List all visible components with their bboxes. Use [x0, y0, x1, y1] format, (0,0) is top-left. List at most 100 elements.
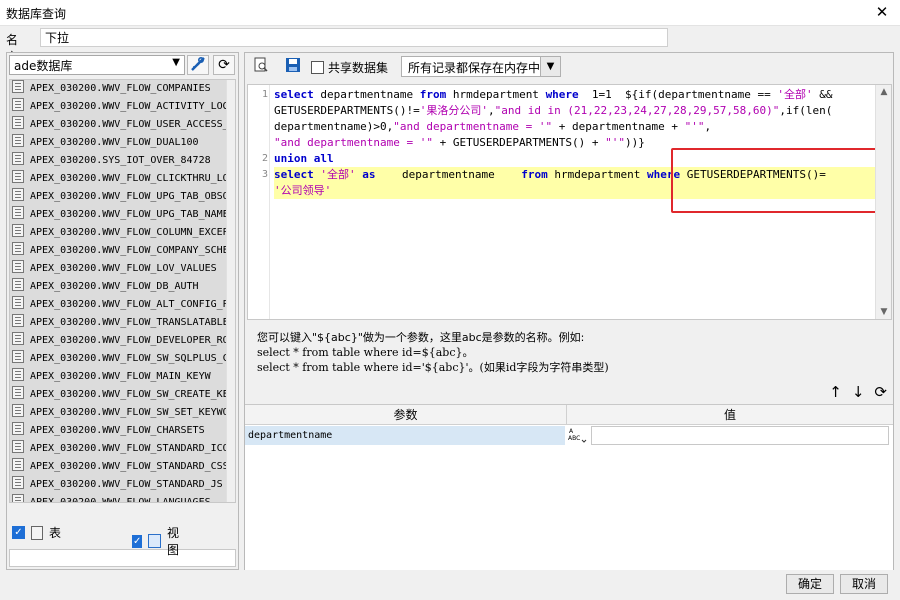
- table-name: APEX_030200.WWV_FLOW_ALT_CONFIG_P: [30, 299, 227, 310]
- table-name: APEX_030200.WWV_FLOW_DUAL100: [30, 137, 199, 148]
- table-list-item[interactable]: APEX_030200.WWV_FLOW_COLUMN_EXCEPTIONS: [10, 224, 227, 242]
- table-icon: [12, 134, 24, 147]
- table-icon: [12, 278, 24, 291]
- filter-box[interactable]: [9, 549, 236, 567]
- scroll-down-icon[interactable]: ▼: [876, 307, 891, 317]
- table-list-item[interactable]: APEX_030200.WWV_FLOW_COMPANY_SCHE: [10, 242, 227, 260]
- table-icon: [12, 404, 24, 417]
- table-icon: [12, 116, 24, 129]
- svg-text:ABC: ABC: [568, 435, 580, 442]
- table-list-item[interactable]: APEX_030200.SYS_IOT_OVER_84728: [10, 152, 227, 170]
- arrow-up-icon[interactable]: ↑: [829, 383, 842, 401]
- table-icon: [12, 152, 24, 165]
- table-name: APEX_030200.WWV_FLOW_LANGUAGES: [30, 497, 211, 503]
- share-dataset-checkbox-item[interactable]: 共享数据集: [311, 59, 388, 76]
- table-list-item[interactable]: APEX_030200.WWV_FLOW_DEVELOPER_RO: [10, 332, 227, 350]
- line-number: 1: [261, 89, 268, 100]
- name-input[interactable]: [40, 28, 668, 47]
- table-list-item[interactable]: APEX_030200.WWV_FLOW_DUAL100: [10, 134, 227, 152]
- table-list-item[interactable]: APEX_030200.WWV_FLOW_CHARSETS: [10, 422, 227, 440]
- table-list-item[interactable]: APEX_030200.WWV_FLOW_USER_ACCESS_: [10, 116, 227, 134]
- table-name: APEX_030200.WWV_FLOW_COMPANIES: [30, 83, 211, 94]
- tools-icon[interactable]: [187, 55, 209, 75]
- table-icon: [12, 314, 24, 327]
- table-name: APEX_030200.WWV_FLOW_COMPANY_SCHE: [30, 245, 227, 256]
- parameter-value-input[interactable]: [591, 426, 889, 445]
- table-list-item[interactable]: APEX_030200.WWV_FLOW_SW_SET_KEYWO: [10, 404, 227, 422]
- share-dataset-checkbox[interactable]: [311, 61, 324, 74]
- view-checkbox[interactable]: ✓: [132, 534, 143, 548]
- table-name: APEX_030200.WWV_FLOW_MAIN_KEYW: [30, 371, 211, 382]
- table-list-item[interactable]: APEX_030200.WWV_FLOW_CLICKTHRU_LO: [10, 170, 227, 188]
- table-list-item[interactable]: APEX_030200.WWV_FLOW_STANDARD_JS: [10, 476, 227, 494]
- table-icon: [12, 260, 24, 273]
- view-checkbox-item[interactable]: ✓ 视图: [132, 524, 185, 558]
- table-name: APEX_030200.WWV_FLOW_SW_CREATE_KE: [30, 389, 227, 400]
- table-name: APEX_030200.WWV_FLOW_COLUMN_EXCEPTIONS: [30, 227, 227, 238]
- editor-scrollbar[interactable]: ▲ ▼: [875, 85, 891, 319]
- chevron-down-icon: ▼: [540, 57, 560, 76]
- table-icon: [12, 422, 24, 435]
- text-type-icon[interactable]: A ABC: [567, 427, 589, 444]
- table-checkbox[interactable]: ✓: [12, 526, 25, 539]
- table-name: APEX_030200.WWV_FLOW_DB_AUTH: [30, 281, 199, 292]
- table-list-item[interactable]: APEX_030200.WWV_FLOW_MAIN_KEYW: [10, 368, 227, 386]
- table-list-item[interactable]: APEX_030200.WWV_FLOW_COMPANIES: [10, 80, 227, 98]
- header-param: 参数: [245, 405, 567, 425]
- table-list-item[interactable]: APEX_030200.WWV_FLOW_ALT_CONFIG_P: [10, 296, 227, 314]
- database-select-value: ade数据库: [14, 59, 73, 73]
- table-list-item[interactable]: APEX_030200.WWV_FLOW_STANDARD_ICO: [10, 440, 227, 458]
- help-line: select * from table where id=${abc}。: [257, 346, 474, 359]
- refresh-icon[interactable]: ⟳: [213, 55, 235, 75]
- table-name: APEX_030200.WWV_FLOW_SW_SET_KEYWO: [30, 407, 227, 418]
- table-icon: [12, 332, 24, 345]
- table-name: APEX_030200.WWV_FLOW_TRANSLATABLE: [30, 317, 227, 328]
- table-icon: [12, 440, 24, 453]
- parameter-table: 参数 值 departmentname A ABC: [245, 404, 893, 570]
- table-list-item[interactable]: APEX_030200.WWV_FLOW_UPG_TAB_NAME: [10, 206, 227, 224]
- refresh-icon[interactable]: ⟳: [874, 383, 887, 401]
- table-icon: [12, 98, 24, 111]
- table-list-item[interactable]: APEX_030200.WWV_FLOW_ACTIVITY_LOG: [10, 98, 227, 116]
- table-name: APEX_030200.WWV_FLOW_STANDARD_CSS: [30, 461, 227, 472]
- table-list-item[interactable]: APEX_030200.WWV_FLOW_TRANSLATABLE: [10, 314, 227, 332]
- save-icon[interactable]: [283, 57, 303, 77]
- parameter-row[interactable]: departmentname A ABC: [245, 426, 893, 445]
- table-list-item[interactable]: APEX_030200.WWV_FLOW_LANGUAGES: [10, 494, 227, 503]
- table-list-item[interactable]: APEX_030200.WWV_FLOW_DB_AUTH: [10, 278, 227, 296]
- table-name: APEX_030200.WWV_FLOW_CHARSETS: [30, 425, 205, 436]
- table-icon: [12, 170, 24, 183]
- table-checkbox-item[interactable]: ✓ 表: [12, 524, 61, 541]
- table-icon: [12, 188, 24, 201]
- table-icon: [12, 458, 24, 471]
- line-number: 2: [261, 153, 268, 164]
- table-list[interactable]: APEX_030200.WWV_FLOW_COMPANIES APEX_03020…: [9, 79, 236, 503]
- preview-icon[interactable]: [251, 57, 271, 77]
- table-list-item[interactable]: APEX_030200.WWV_FLOW_UPG_TAB_OBSO: [10, 188, 227, 206]
- table-name: APEX_030200.WWV_FLOW_LOV_VALUES: [30, 263, 217, 274]
- view-checkbox-label: 视图: [166, 526, 179, 557]
- table-list-scrollbar[interactable]: [226, 80, 235, 502]
- ok-button[interactable]: 确定: [786, 574, 834, 594]
- table-icon: [12, 242, 24, 255]
- table-list-item[interactable]: APEX_030200.WWV_FLOW_SW_SQLPLUS_C: [10, 350, 227, 368]
- table-list-item[interactable]: APEX_030200.WWV_FLOW_LOV_VALUES: [10, 260, 227, 278]
- memory-mode-select[interactable]: 所有记录都保存在内存中 ▼: [401, 56, 561, 77]
- table-name: APEX_030200.WWV_FLOW_STANDARD_JS: [30, 479, 223, 490]
- table-browser-panel: ade数据库 ▼ ⟳ APEX_030200.WWV_FLOW_COMPANIE…: [6, 52, 239, 570]
- table-list-item[interactable]: APEX_030200.WWV_FLOW_SW_CREATE_KE: [10, 386, 227, 404]
- code-line: departmentname)>0,"and departmentname = …: [274, 120, 712, 133]
- code-line: GETUSERDEPARTMENTS()!='果洛分公司',"and id in…: [274, 104, 833, 117]
- table-list-item[interactable]: APEX_030200.WWV_FLOW_STANDARD_CSS: [10, 458, 227, 476]
- parameter-name: departmentname: [245, 426, 565, 445]
- table-icon: [31, 525, 43, 540]
- close-icon[interactable]: ✕: [872, 2, 892, 22]
- table-icon: [12, 80, 24, 93]
- code-line: select departmentname from hrmdepartment…: [274, 88, 833, 101]
- wrench-icon: [191, 56, 205, 71]
- arrow-down-icon[interactable]: ↓: [852, 383, 865, 401]
- sql-editor[interactable]: 1 2 3 select departmentname from hrmdepa…: [247, 84, 892, 320]
- database-select[interactable]: ade数据库 ▼: [9, 55, 185, 75]
- cancel-button[interactable]: 取消: [840, 574, 888, 594]
- scroll-up-icon[interactable]: ▲: [876, 87, 891, 97]
